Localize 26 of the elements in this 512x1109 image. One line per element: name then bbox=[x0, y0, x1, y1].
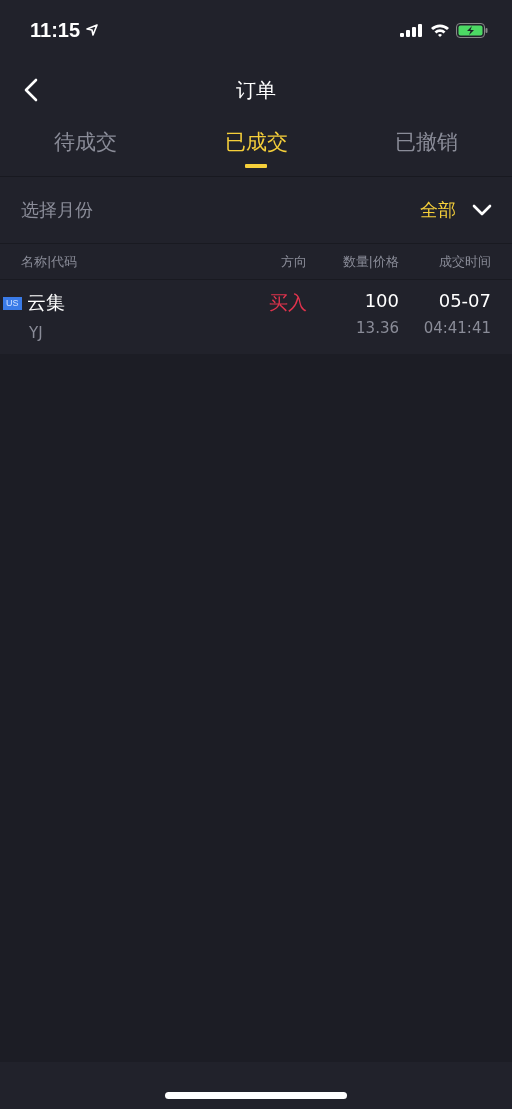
stock-name: 云集 bbox=[26, 290, 65, 315]
month-dropdown-value[interactable]: 全部 bbox=[420, 198, 456, 222]
column-header: 数量|价格 bbox=[341, 252, 399, 271]
back-icon[interactable] bbox=[24, 78, 38, 102]
wifi-icon bbox=[430, 23, 450, 37]
filter-label: 选择月份 bbox=[21, 198, 93, 222]
status-time: 11:15 bbox=[30, 18, 81, 42]
tab[interactable]: 待成交 bbox=[0, 120, 171, 176]
column-header: 成交时间 bbox=[438, 252, 491, 271]
price: 13.36 bbox=[356, 319, 399, 337]
tab[interactable]: 已成交 bbox=[170, 120, 342, 176]
chevron-down-icon[interactable] bbox=[472, 204, 492, 216]
direction-text: 买入 bbox=[269, 290, 307, 315]
tab[interactable]: 已撤销 bbox=[341, 120, 512, 176]
column-header: 名称|代码 bbox=[21, 252, 79, 271]
trade-date: 05-07 bbox=[438, 290, 491, 311]
page-title: 订单 bbox=[236, 76, 276, 104]
quantity: 100 bbox=[364, 290, 399, 311]
order-row[interactable]: US 云集 YJ 买入 100 13.36 05-07 04:41:41 bbox=[0, 280, 512, 354]
trade-time: 04:41:41 bbox=[423, 319, 491, 337]
market-badge: US bbox=[3, 296, 22, 310]
location-arrow-icon bbox=[86, 24, 99, 36]
column-header: 方向 bbox=[280, 252, 307, 271]
stock-code: YJ bbox=[29, 324, 44, 342]
battery-charging-icon bbox=[456, 22, 488, 38]
signal-icon bbox=[400, 23, 424, 37]
